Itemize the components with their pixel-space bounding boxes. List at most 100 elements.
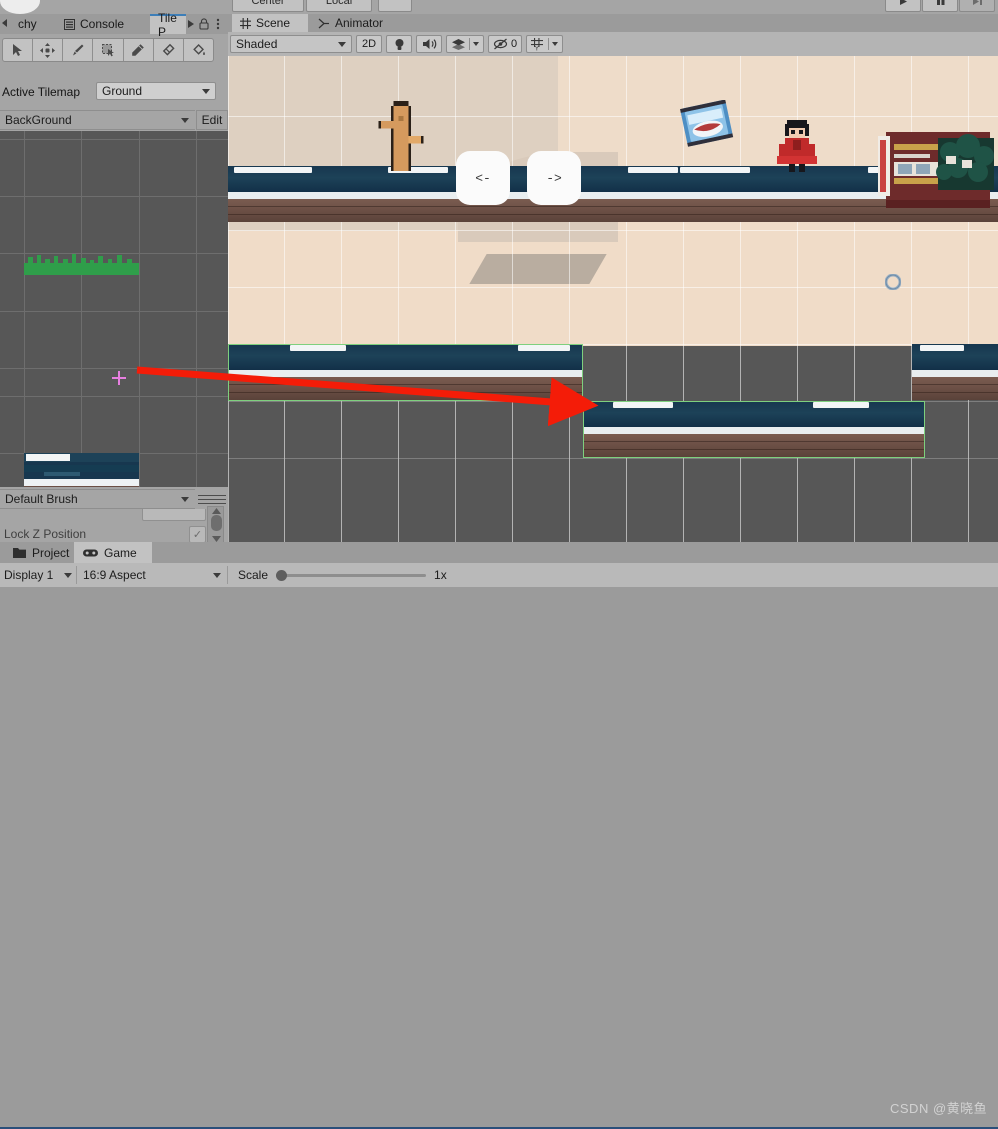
active-tilemap-label: Active Tilemap — [2, 85, 81, 99]
game-view-toolbar: Display 1 16:9 Aspect Scale 1x — [0, 563, 998, 587]
scene-overlay-right-button[interactable]: -> — [527, 151, 581, 205]
console-icon — [64, 18, 75, 30]
scroll-down-icon[interactable] — [212, 535, 221, 542]
snow-dirt-tile[interactable] — [24, 453, 139, 487]
red-character-sprite[interactable] — [773, 118, 821, 176]
lock-z-position-label: Lock Z Position — [4, 527, 87, 541]
scale-slider[interactable] — [276, 569, 427, 581]
eye-slash-icon — [493, 38, 508, 50]
active-tilemap-row: Active Tilemap Ground — [0, 82, 228, 102]
scrollbar-thumb[interactable] — [211, 515, 222, 531]
play-button[interactable] — [885, 0, 921, 12]
chevron-down-icon — [64, 572, 72, 578]
palette-canvas[interactable] — [0, 131, 228, 487]
speaker-icon — [422, 39, 436, 49]
scene-overlay-right-label: -> — [546, 170, 562, 186]
pivot-mode-button[interactable]: Center — [232, 0, 304, 12]
scene-fx-toggle[interactable] — [446, 35, 484, 53]
tab-project[interactable]: Project — [4, 542, 84, 563]
pivot-rotation-button[interactable]: Local — [306, 0, 372, 12]
tab-scroll-left-icon[interactable] — [2, 19, 7, 27]
kebab-menu-icon[interactable] — [216, 18, 220, 33]
tab-scroll-right-icon[interactable] — [188, 20, 194, 28]
brush-setting-field[interactable] — [142, 509, 206, 521]
scale-value: 1x — [434, 568, 447, 582]
brush-setting-row — [2, 509, 212, 523]
chevron-down-icon — [181, 496, 189, 502]
display-dropdown[interactable]: Display 1 — [0, 566, 76, 584]
tab-game-label: Game — [104, 545, 137, 560]
scale-label: Scale — [238, 568, 269, 582]
step-icon — [972, 0, 982, 5]
scene-overlay-left-button[interactable]: <- — [456, 151, 510, 205]
tab-tile-palette-label: Tile P — [158, 11, 177, 39]
hidden-objects-toggle[interactable]: 0 — [488, 35, 523, 53]
move-tool-icon[interactable] — [33, 39, 64, 61]
eraser-tool-icon[interactable] — [154, 39, 184, 61]
scene-overlay-left-label: <- — [475, 170, 491, 186]
lightbulb-icon — [395, 38, 403, 50]
tab-scene-label: Scene — [256, 16, 291, 30]
edit-palette-label: Edit — [201, 113, 223, 127]
unity-logo-icon — [0, 0, 40, 14]
edit-palette-button[interactable]: Edit — [196, 110, 228, 130]
scene-rock-shadow — [469, 254, 607, 284]
scale-slider-knob[interactable] — [276, 569, 288, 581]
scene-toolbar: Shaded 2D 0 Y — [228, 32, 998, 56]
terrain-strip-right[interactable] — [912, 344, 998, 400]
toolbar-extra-button[interactable] — [378, 0, 412, 12]
chevron-down-icon[interactable] — [552, 42, 559, 46]
palette-cursor-icon — [112, 371, 126, 385]
brush-dropdown[interactable]: Default Brush — [0, 489, 195, 509]
cactus-sprite[interactable] — [376, 96, 426, 171]
tab-project-label: Project — [32, 545, 70, 560]
scroll-up-icon[interactable] — [212, 508, 221, 515]
grid-visibility-toggle[interactable]: Y — [526, 35, 564, 53]
active-tilemap-dropdown[interactable]: Ground — [96, 82, 216, 100]
paint-brush-tool-icon[interactable] — [63, 39, 94, 61]
tab-hierarchy-label: chy — [18, 17, 37, 31]
gamepad-icon — [83, 549, 98, 556]
panel-resize-grip[interactable] — [198, 492, 226, 504]
box-fill-tool-icon[interactable] — [93, 39, 124, 61]
tab-game[interactable]: Game — [74, 542, 152, 563]
scene-lighting-toggle[interactable] — [386, 35, 412, 53]
brush-value: Default Brush — [5, 492, 78, 506]
chevron-down-icon — [202, 88, 210, 94]
grass-tile[interactable] — [24, 253, 139, 275]
hidden-objects-count: 0 — [511, 38, 518, 50]
tile-palette-toolbar — [2, 38, 214, 62]
shading-mode-dropdown[interactable]: Shaded — [230, 35, 352, 53]
scene-audio-toggle[interactable] — [416, 35, 442, 53]
csdn-watermark: CSDN @黄晓鱼 — [890, 1101, 988, 1116]
pause-button[interactable] — [922, 0, 958, 12]
pickup-ring-sprite[interactable] — [885, 274, 901, 290]
tab-hierarchy[interactable]: chy — [10, 14, 54, 34]
chevron-down-icon[interactable] — [473, 42, 479, 46]
chevron-down-icon — [338, 41, 346, 47]
tab-tile-palette[interactable]: Tile P — [150, 11, 186, 39]
play-icon — [900, 0, 907, 5]
fx-layers-icon — [452, 39, 465, 50]
fill-tool-icon[interactable] — [184, 39, 213, 61]
tab-animator[interactable]: Animator — [310, 14, 404, 32]
picker-tool-icon[interactable] — [124, 39, 154, 61]
tile-palette-panel: chy Console Tile P Active Tilemap Ground… — [0, 11, 228, 557]
pivot-mode-label: Center — [251, 0, 285, 7]
toggle-2d-button[interactable]: 2D — [356, 35, 382, 53]
tab-console[interactable]: Console — [56, 14, 148, 34]
aspect-ratio-dropdown[interactable]: 16:9 Aspect — [76, 566, 228, 584]
select-tool-icon[interactable] — [3, 39, 34, 61]
new-painted-tile[interactable] — [583, 401, 925, 457]
tab-scene[interactable]: Scene — [232, 14, 308, 32]
snow-sign-sprite[interactable] — [678, 100, 736, 150]
terrain-strip-left[interactable] — [228, 344, 583, 400]
lock-z-position-checkbox[interactable]: ✓ — [189, 525, 206, 543]
lock-icon[interactable] — [199, 18, 209, 33]
shop-building-sprite[interactable] — [878, 128, 998, 216]
palette-dropdown[interactable]: BackGround — [0, 110, 195, 130]
folder-icon — [13, 548, 26, 558]
active-tilemap-value: Ground — [102, 84, 143, 98]
step-button[interactable] — [959, 0, 995, 12]
scene-canvas[interactable]: <- -> — [228, 56, 998, 542]
